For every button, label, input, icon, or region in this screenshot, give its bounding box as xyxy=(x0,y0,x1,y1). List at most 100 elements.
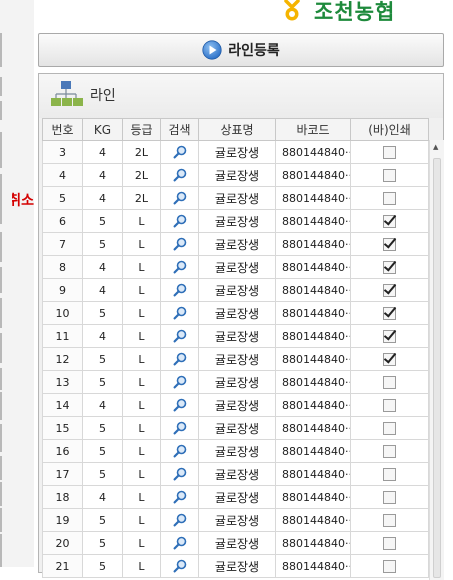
cell-no[interactable]: 9 xyxy=(42,278,83,302)
search-icon[interactable] xyxy=(173,352,187,366)
cell-print[interactable] xyxy=(350,209,429,233)
cell-kg[interactable]: 5 xyxy=(82,416,123,440)
search-icon[interactable] xyxy=(173,260,187,274)
cell-search[interactable] xyxy=(160,163,199,187)
cell-grade[interactable]: L xyxy=(122,554,161,578)
cell-no[interactable]: 12 xyxy=(42,347,83,371)
cell-print[interactable] xyxy=(350,531,429,555)
table-row[interactable]: 16 5 L 귤로장생 880144840··· xyxy=(42,439,429,463)
print-checkbox[interactable] xyxy=(383,329,396,343)
print-checkbox[interactable] xyxy=(383,559,396,573)
table-row[interactable]: 5 4 2L 귤로장생 880144840··· xyxy=(42,186,429,210)
cell-print[interactable] xyxy=(350,416,429,440)
table-row[interactable]: 8 4 L 귤로장생 880144840··· xyxy=(42,255,429,279)
left-field-6[interactable] xyxy=(0,456,2,480)
cell-print[interactable] xyxy=(350,347,429,371)
cell-no[interactable]: 14 xyxy=(42,393,83,417)
cell-search[interactable] xyxy=(160,209,199,233)
cell-kg[interactable]: 5 xyxy=(82,232,123,256)
cell-search[interactable] xyxy=(160,416,199,440)
col-header-barcode[interactable]: 바코드 xyxy=(275,118,351,141)
cell-print[interactable] xyxy=(350,255,429,279)
table-row[interactable]: 14 4 L 귤로장생 880144840··· xyxy=(42,393,429,417)
cell-brand[interactable]: 귤로장생 xyxy=(198,370,276,394)
search-icon[interactable] xyxy=(173,559,187,573)
search-icon[interactable] xyxy=(173,444,187,458)
cell-barcode[interactable]: 880144840··· xyxy=(275,347,351,371)
cell-grade[interactable]: 2L xyxy=(122,140,161,164)
cell-kg[interactable]: 5 xyxy=(82,347,123,371)
cell-grade[interactable]: L xyxy=(122,439,161,463)
cell-kg[interactable]: 4 xyxy=(82,186,123,210)
grid-scrollbar[interactable]: ▲ xyxy=(429,140,444,580)
cell-brand[interactable]: 귤로장생 xyxy=(198,140,276,164)
table-row[interactable]: 4 4 2L 귤로장생 880144840··· xyxy=(42,163,429,187)
cell-barcode[interactable]: 880144840··· xyxy=(275,531,351,555)
cell-kg[interactable]: 4 xyxy=(82,485,123,509)
cell-no[interactable]: 3 xyxy=(42,140,83,164)
table-row[interactable]: 11 4 L 귤로장생 880144840··· xyxy=(42,324,429,348)
search-icon[interactable] xyxy=(173,214,187,228)
table-row[interactable]: 17 5 L 귤로장생 880144840··· xyxy=(42,462,429,486)
cell-print[interactable] xyxy=(350,554,429,578)
cell-grade[interactable]: L xyxy=(122,531,161,555)
cell-no[interactable]: 16 xyxy=(42,439,83,463)
left-dropdown-2[interactable]: ▼ xyxy=(0,101,2,120)
cell-kg[interactable]: 4 xyxy=(82,278,123,302)
left-field-3[interactable] xyxy=(0,333,2,363)
print-checkbox[interactable] xyxy=(383,490,396,504)
print-checkbox[interactable] xyxy=(383,444,396,458)
cell-brand[interactable]: 귤로장생 xyxy=(198,163,276,187)
cell-brand[interactable]: 귤로장생 xyxy=(198,531,276,555)
cell-kg[interactable]: 5 xyxy=(82,209,123,233)
table-row[interactable]: 19 5 L 귤로장생 880144840··· xyxy=(42,508,429,532)
cell-kg[interactable]: 4 xyxy=(82,140,123,164)
search-icon[interactable] xyxy=(173,467,187,481)
cell-print[interactable] xyxy=(350,278,429,302)
cell-search[interactable] xyxy=(160,347,199,371)
cell-search[interactable] xyxy=(160,232,199,256)
print-checkbox[interactable] xyxy=(383,352,396,366)
cell-grade[interactable]: L xyxy=(122,393,161,417)
cell-barcode[interactable]: 880144840··· xyxy=(275,209,351,233)
cell-kg[interactable]: 5 xyxy=(82,554,123,578)
cell-barcode[interactable]: 880144840··· xyxy=(275,255,351,279)
cell-grade[interactable]: L xyxy=(122,347,161,371)
table-row[interactable]: 9 4 L 귤로장생 880144840··· xyxy=(42,278,429,302)
cell-no[interactable]: 19 xyxy=(42,508,83,532)
cell-grade[interactable]: L xyxy=(122,301,161,325)
print-checkbox[interactable] xyxy=(383,306,396,320)
print-checkbox[interactable] xyxy=(383,237,396,251)
cell-brand[interactable]: 귤로장생 xyxy=(198,508,276,532)
cell-search[interactable] xyxy=(160,393,199,417)
table-row[interactable]: 20 5 L 귤로장생 880144840··· xyxy=(42,531,429,555)
cell-kg[interactable]: 5 xyxy=(82,439,123,463)
search-icon[interactable] xyxy=(173,536,187,550)
table-row[interactable]: 7 5 L 귤로장생 880144840··· xyxy=(42,232,429,256)
cell-no[interactable]: 21 xyxy=(42,554,83,578)
left-field-7[interactable] xyxy=(0,482,2,506)
cell-grade[interactable]: 2L xyxy=(122,163,161,187)
cell-print[interactable] xyxy=(350,439,429,463)
cell-barcode[interactable]: 880144840··· xyxy=(275,370,351,394)
search-icon[interactable] xyxy=(173,421,187,435)
table-row[interactable]: 10 5 L 귤로장생 880144840··· xyxy=(42,301,429,325)
cell-barcode[interactable]: 880144840··· xyxy=(275,278,351,302)
cell-no[interactable]: 4 xyxy=(42,163,83,187)
search-icon[interactable] xyxy=(173,168,187,182)
cell-barcode[interactable]: 880144840··· xyxy=(275,416,351,440)
table-row[interactable]: 21 5 L 귤로장생 880144840··· xyxy=(42,554,429,578)
cell-brand[interactable]: 귤로장생 xyxy=(198,255,276,279)
cell-print[interactable] xyxy=(350,163,429,187)
print-checkbox[interactable] xyxy=(383,214,396,228)
col-header-brand[interactable]: 상표명 xyxy=(198,118,276,141)
cell-print[interactable] xyxy=(350,508,429,532)
cell-print[interactable] xyxy=(350,186,429,210)
cell-brand[interactable]: 귤로장생 xyxy=(198,209,276,233)
left-field-5[interactable] xyxy=(0,424,2,452)
cell-print[interactable] xyxy=(350,462,429,486)
col-header-print[interactable]: (바)인쇄 xyxy=(350,118,429,141)
cell-grade[interactable]: L xyxy=(122,462,161,486)
left-field-9[interactable] xyxy=(0,534,2,567)
print-checkbox[interactable] xyxy=(383,191,396,205)
